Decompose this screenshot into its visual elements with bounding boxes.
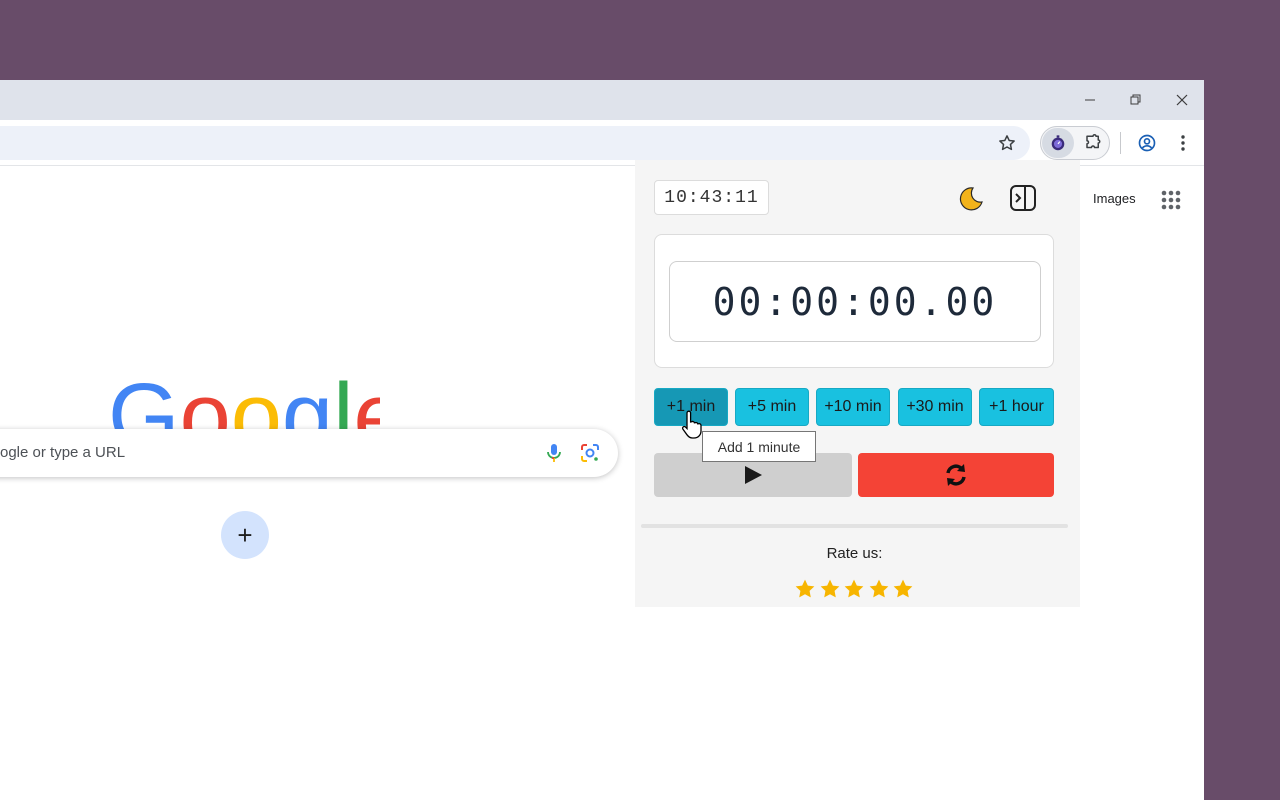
stopwatch-extension-icon[interactable] (1042, 128, 1074, 158)
add-10-min-button[interactable]: +10 min (816, 388, 890, 426)
mic-icon[interactable] (542, 441, 566, 465)
star-icon[interactable] (843, 578, 865, 600)
minimize-icon[interactable] (1075, 88, 1105, 112)
hand-cursor-icon (681, 410, 702, 439)
google-search-box[interactable]: ogle or type a URL (0, 429, 618, 477)
account-circle-icon[interactable] (1133, 129, 1161, 157)
popup-divider (641, 524, 1068, 528)
star-icon[interactable] (892, 578, 914, 600)
timer-display-card: 00:00:00.00 (654, 234, 1054, 368)
refresh-icon (946, 464, 966, 486)
side-panel-icon[interactable] (1008, 183, 1038, 213)
moon-icon[interactable] (956, 185, 984, 213)
current-time-clock: 10:43:11 (654, 180, 769, 215)
stopwatch-popup: 10:43:11 00:00:00.00 +1 min +5 min +10 m… (635, 160, 1080, 607)
star-icon[interactable] (794, 578, 816, 600)
images-link[interactable]: Images (1093, 191, 1136, 206)
kebab-menu-icon[interactable] (1169, 129, 1197, 157)
reset-button[interactable] (858, 453, 1054, 497)
add-1-hour-button[interactable]: +1 hour (979, 388, 1054, 426)
close-icon[interactable] (1167, 88, 1197, 112)
toolbar-separator (1120, 132, 1121, 154)
add-5-min-button[interactable]: +5 min (735, 388, 809, 426)
star-icon[interactable] (819, 578, 841, 600)
rate-us-label: Rate us: (826, 545, 883, 562)
tab-strip (0, 80, 1204, 120)
timer-display: 00:00:00.00 (669, 261, 1041, 342)
rating-stars[interactable] (794, 578, 914, 600)
search-placeholder: ogle or type a URL (0, 444, 126, 461)
puzzle-icon[interactable] (1079, 130, 1107, 156)
star-icon[interactable] (868, 578, 890, 600)
address-bar[interactable] (0, 126, 1030, 160)
add-1-min-tooltip: Add 1 minute (702, 431, 816, 462)
star-outline-icon[interactable] (993, 129, 1021, 157)
lens-icon[interactable] (578, 441, 602, 465)
add-30-min-button[interactable]: +30 min (898, 388, 972, 426)
add-shortcut-button[interactable]: + (221, 511, 269, 559)
play-icon (745, 466, 762, 484)
extension-pill (1040, 126, 1110, 160)
restore-icon[interactable] (1121, 88, 1151, 112)
apps-grid-icon[interactable] (1158, 187, 1184, 213)
